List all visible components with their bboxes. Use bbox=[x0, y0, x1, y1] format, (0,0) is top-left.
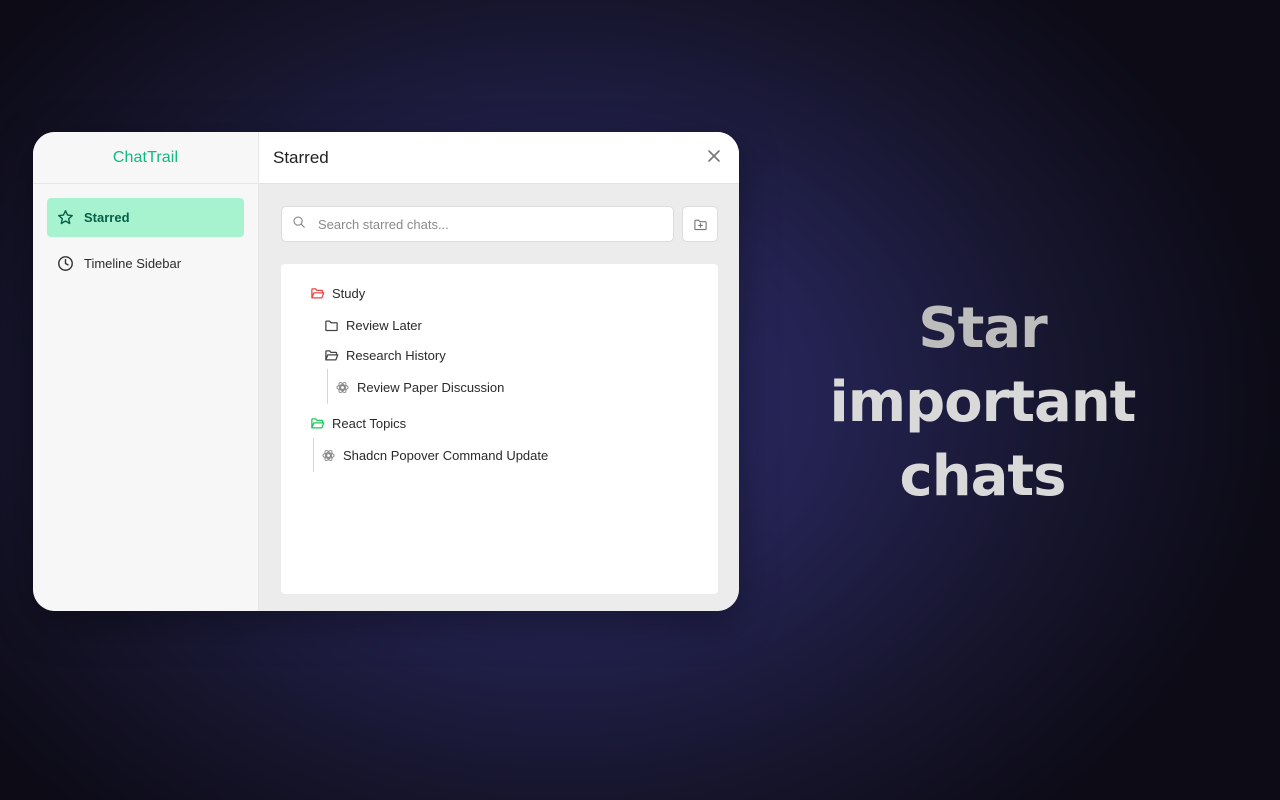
folder-open-icon bbox=[324, 348, 339, 363]
promo-headline: Star important chats bbox=[760, 292, 1205, 514]
folder-open-icon bbox=[310, 286, 325, 301]
new-folder-button[interactable] bbox=[682, 206, 718, 242]
sidebar-nav: Starred Timeline Sidebar bbox=[33, 184, 258, 283]
folder-label: React Topics bbox=[332, 415, 407, 431]
search-box[interactable] bbox=[281, 206, 674, 242]
star-icon bbox=[57, 209, 74, 226]
chatgpt-icon bbox=[335, 380, 350, 395]
folder-open-icon bbox=[310, 416, 325, 431]
brand-title: ChatTrail bbox=[112, 148, 179, 166]
tree-guide-line bbox=[327, 369, 328, 404]
headline-word-star: Star bbox=[918, 296, 1048, 361]
tree-guide-line bbox=[313, 438, 314, 472]
search-row bbox=[281, 206, 718, 242]
folder-label: Research History bbox=[346, 347, 446, 363]
starred-tree: Study Review Later Research History Revi… bbox=[281, 264, 718, 594]
close-button[interactable] bbox=[707, 149, 721, 163]
folder-study[interactable]: Study bbox=[310, 282, 365, 304]
folder-react-topics[interactable]: React Topics bbox=[310, 412, 406, 434]
page-title: Starred bbox=[273, 147, 329, 167]
headline-word-important: important bbox=[829, 370, 1137, 435]
folder-icon bbox=[324, 318, 339, 333]
folder-label: Review Later bbox=[346, 317, 422, 333]
chatgpt-icon bbox=[321, 448, 336, 463]
sidebar-item-label: Starred bbox=[84, 210, 130, 225]
search-input[interactable] bbox=[316, 215, 640, 233]
clock-icon bbox=[57, 255, 74, 272]
sidebar: ChatTrail Starred Timeline Sidebar bbox=[33, 132, 259, 611]
search-icon bbox=[292, 215, 306, 234]
folder-label: Study bbox=[332, 285, 366, 301]
chat-review-paper-discussion[interactable]: Review Paper Discussion bbox=[335, 376, 504, 398]
sidebar-item-starred[interactable]: Starred bbox=[47, 198, 244, 237]
chat-shadcn-popover-command-update[interactable]: Shadcn Popover Command Update bbox=[321, 444, 548, 466]
folder-review-later[interactable]: Review Later bbox=[324, 314, 422, 336]
extension-window: ChatTrail Starred Timeline Sidebar Starr… bbox=[33, 132, 739, 611]
headline-word-chats: chats bbox=[899, 444, 1067, 509]
chat-label: Review Paper Discussion bbox=[357, 379, 505, 395]
folder-research-history[interactable]: Research History bbox=[324, 344, 446, 366]
chat-label: Shadcn Popover Command Update bbox=[343, 447, 549, 463]
sidebar-item-timeline[interactable]: Timeline Sidebar bbox=[47, 244, 244, 283]
sidebar-item-label: Timeline Sidebar bbox=[84, 256, 182, 271]
main-header: Starred bbox=[259, 132, 739, 184]
main-panel: Starred Study bbox=[259, 132, 739, 611]
close-icon bbox=[708, 150, 720, 162]
sidebar-header: ChatTrail bbox=[33, 132, 258, 184]
folder-plus-icon bbox=[693, 219, 707, 230]
